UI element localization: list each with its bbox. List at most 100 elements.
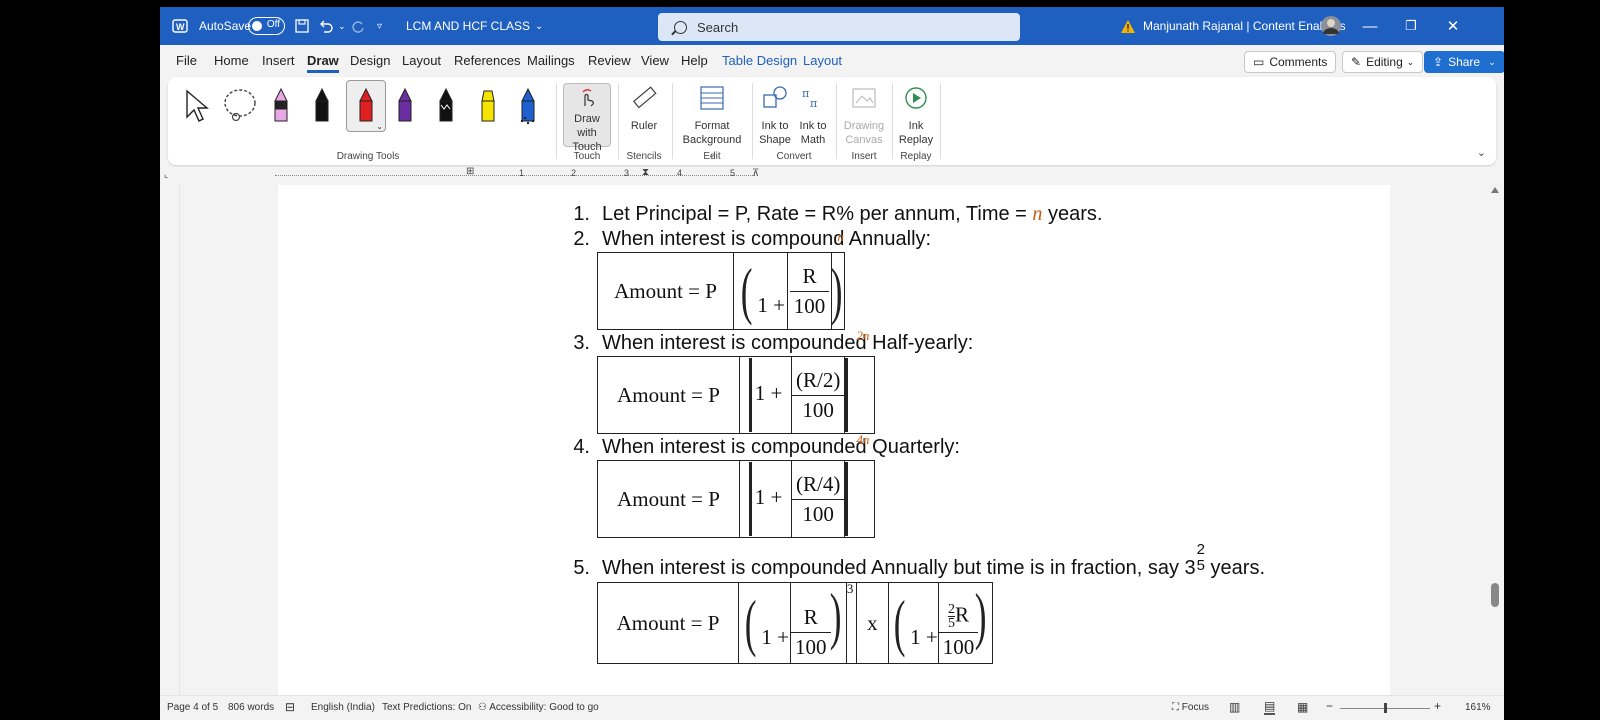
zoom-level[interactable]: 161% — [1465, 702, 1491, 713]
ruler-label: Ruler — [630, 120, 658, 132]
ink-to-shape-label-2: Shape — [759, 134, 791, 146]
vertical-scrollbar[interactable] — [1486, 185, 1504, 695]
ink-replay-label-1: Ink — [908, 120, 924, 132]
separator — [836, 83, 837, 159]
editing-mode-button[interactable]: ✎ Editing ⌄ — [1342, 51, 1424, 73]
tab-mailings[interactable]: Mailings — [527, 53, 575, 68]
document-page[interactable]: 1. Let Principal = P, Rate = R% per annum… — [278, 185, 1390, 695]
group-drawing-tools: Drawing Tools — [336, 151, 400, 162]
autosave-toggle[interactable]: Off — [248, 7, 285, 45]
text-predictions[interactable]: Text Predictions: On — [382, 702, 471, 713]
group-insert: Insert — [851, 151, 877, 162]
tab-design[interactable]: Design — [350, 53, 390, 68]
zoom-slider[interactable] — [1340, 703, 1430, 713]
document-title[interactable]: LCM AND HCF CLASS ⌄ — [406, 7, 543, 45]
title-bar: W AutoSave Off ⌄ ▿ LCM AND HCF CLASS ⌄ S… — [160, 7, 1504, 45]
select-arrow-icon[interactable] — [184, 89, 210, 126]
focus-icon: ⛶ — [1172, 702, 1182, 713]
group-convert: Convert — [776, 151, 812, 162]
tab-insert[interactable]: Insert — [262, 53, 295, 68]
scroll-thumb[interactable] — [1491, 583, 1499, 607]
save-icon[interactable] — [294, 7, 310, 45]
restore-icon[interactable]: ❐ — [1391, 7, 1431, 45]
ink-to-shape-button[interactable]: Ink to Shape — [757, 85, 793, 147]
formula-table-annual[interactable]: Amount = P (1 + R 100 )n — [597, 229, 845, 330]
indent-marker[interactable]: ⧗ — [642, 167, 649, 178]
horizontal-ruler[interactable]: ⌞ ⊞ 1 2 3 ⧗ 4 5 ⊼ — [160, 166, 1504, 185]
focus-mode[interactable]: ⛶ Focus — [1172, 702, 1209, 713]
right-paren: ) — [975, 579, 987, 651]
pen-blue-glitter[interactable] — [518, 87, 538, 130]
close-icon[interactable]: ✕ — [1433, 7, 1473, 45]
redo-icon[interactable] — [350, 7, 366, 45]
language[interactable]: English (India) — [311, 702, 375, 713]
pen-black-galaxy[interactable] — [436, 87, 456, 130]
word-count[interactable]: 806 words — [228, 702, 274, 713]
tab-references[interactable]: References — [454, 53, 520, 68]
formula-table-fractional[interactable]: Amount = P (1 + R 100) 3 x (1 + 2 5 R 100) — [597, 579, 993, 664]
formula-table-half-yearly[interactable]: Amount = P 1 + (R/2) 100 2n — [597, 328, 876, 434]
undo-icon[interactable] — [318, 7, 334, 45]
left-margin-marker[interactable]: ⊞ — [466, 166, 474, 177]
minimize-icon[interactable]: — — [1350, 7, 1390, 45]
search-box[interactable]: Search — [658, 13, 1020, 41]
user-name[interactable]: Manjunath Rajanal | Content Enablers — [1143, 7, 1346, 45]
print-layout-icon[interactable]: ▤ — [1264, 699, 1276, 715]
avatar[interactable] — [1320, 7, 1342, 45]
zoom-slider-thumb[interactable] — [1384, 703, 1387, 713]
pen-red-selected[interactable]: ⌄ — [346, 80, 386, 132]
accessibility-status[interactable]: ⚇ Accessibility: Good to go — [478, 702, 599, 713]
group-replay: Replay — [900, 151, 932, 162]
separator — [556, 83, 557, 159]
ink-replay-button[interactable]: Ink Replay — [896, 85, 936, 147]
separator — [892, 83, 893, 159]
tab-home[interactable]: Home — [214, 53, 249, 68]
zoom-in-icon[interactable]: + — [1434, 699, 1441, 713]
comments-button[interactable]: ▭ Comments — [1244, 51, 1337, 73]
tab-layout[interactable]: Layout — [402, 53, 441, 68]
tab-table-design[interactable]: Table Design — [722, 53, 797, 68]
pen-pink[interactable] — [271, 87, 291, 130]
left-bracket — [748, 358, 752, 432]
fraction: 2 5 R 100 — [938, 601, 979, 662]
zoom-out-icon[interactable]: − — [1326, 699, 1333, 713]
ruler-button[interactable]: Ruler — [624, 85, 664, 133]
lasso-select-icon[interactable] — [222, 87, 258, 128]
list-item-3: 3. When interest is compounded Half-yearl… — [556, 332, 973, 355]
tab-review[interactable]: Review — [588, 53, 631, 68]
warning-icon[interactable] — [1120, 7, 1136, 45]
undo-dropdown-icon[interactable]: ⌄ — [338, 7, 346, 45]
tab-view[interactable]: View — [641, 53, 669, 68]
formula-table-quarterly[interactable]: Amount = P 1 + (R/4) 100 4n — [597, 432, 876, 538]
comment-icon: ▭ — [1253, 55, 1265, 69]
right-indent-marker[interactable]: ⊼ — [752, 168, 759, 179]
tab-draw[interactable]: Draw — [307, 53, 339, 73]
ink-to-math-button[interactable]: ππ Ink to Math — [795, 85, 831, 147]
background-grid-icon — [678, 85, 746, 115]
word-app-icon[interactable]: W — [172, 7, 188, 45]
list-number: 5. — [573, 557, 590, 579]
proofing-icon[interactable]: ⊟ — [285, 700, 295, 714]
pen-purple[interactable] — [395, 87, 415, 130]
collapse-ribbon-icon[interactable]: ⌄ — [1477, 146, 1486, 159]
pen-black[interactable] — [312, 87, 332, 130]
tab-table-layout[interactable]: Layout — [803, 53, 842, 68]
mixed-fraction: 25 — [1196, 542, 1205, 573]
fraction-denominator: 100 — [802, 501, 834, 526]
amount-cell: Amount = P — [597, 356, 740, 434]
customize-toolbar-icon[interactable]: ▿ — [377, 7, 382, 45]
page-count[interactable]: Page 4 of 5 — [167, 702, 218, 713]
read-mode-icon[interactable]: ▥ — [1229, 700, 1240, 714]
scroll-up-icon[interactable] — [1491, 187, 1499, 193]
web-layout-icon[interactable]: ▦ — [1297, 700, 1308, 714]
drawing-canvas-button[interactable]: Drawing Canvas — [840, 85, 888, 147]
highlighter-yellow[interactable] — [478, 87, 498, 130]
share-button[interactable]: ⇪ Share ⌄ — [1424, 51, 1504, 73]
tab-selector-icon[interactable]: ⌞ — [164, 169, 168, 180]
right-paren: ) — [829, 580, 842, 652]
draw-with-touch-button[interactable]: Draw with Touch — [563, 83, 611, 153]
svg-text:π: π — [802, 87, 809, 100]
tab-help[interactable]: Help — [681, 53, 708, 68]
tab-file[interactable]: File — [176, 53, 197, 68]
fraction-denominator: 100 — [942, 635, 975, 660]
